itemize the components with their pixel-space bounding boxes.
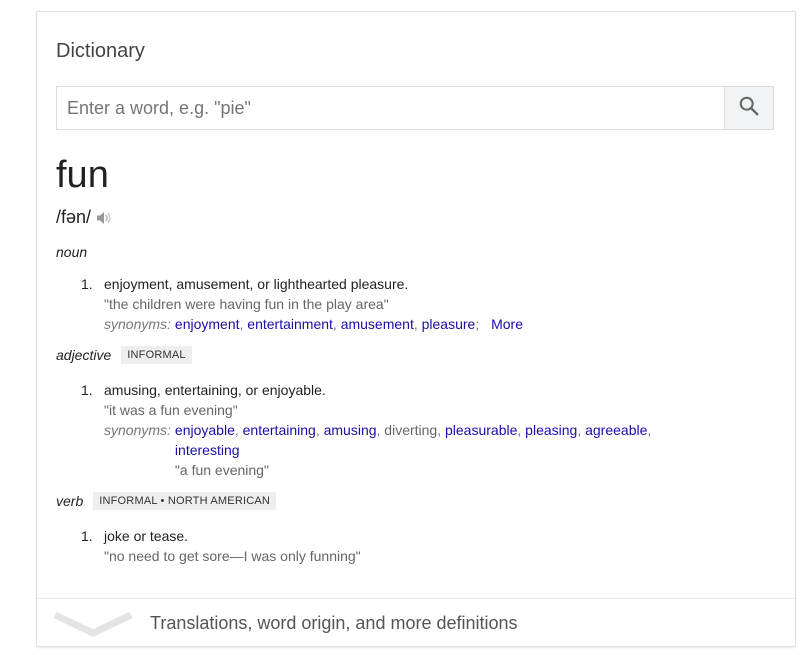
synonym-link[interactable]: enjoyable	[175, 422, 235, 438]
synonyms-row: synonyms: enjoyment, entertainment, amus…	[104, 316, 524, 332]
example: "it was a fun evening"	[104, 402, 238, 418]
definition: joke or tease.	[104, 528, 189, 544]
register-badge: INFORMAL	[121, 346, 192, 364]
chevron-down-icon	[53, 609, 133, 642]
search-icon	[738, 95, 760, 122]
card-title: Dictionary	[56, 40, 145, 62]
synonyms-label: synonyms:	[104, 422, 171, 438]
synonym-link[interactable]: enjoyment	[175, 316, 240, 332]
synonym-link[interactable]: amusing	[324, 422, 377, 438]
example: "no need to get sore—I was only funning"	[104, 548, 361, 564]
sense-number: 1.	[81, 276, 93, 292]
pos-adjective-row: adjective INFORMAL	[56, 346, 192, 364]
synonym-link[interactable]: amusement	[341, 316, 414, 332]
synonym-link[interactable]: pleasure	[422, 316, 476, 332]
search-button[interactable]	[724, 87, 773, 129]
search-box	[56, 86, 774, 130]
synonym-link[interactable]: agreeable	[585, 422, 647, 438]
synonym-link[interactable]: pleasurable	[445, 422, 517, 438]
verb-sense: 1. joke or tease. "no need to get sore—I…	[81, 526, 761, 566]
synonym-text: diverting	[384, 422, 438, 438]
synonym-link[interactable]: entertaining	[243, 422, 316, 438]
more-definitions-label: Translations, word origin, and more defi…	[150, 613, 518, 633]
synonym-example: "a fun evening"	[174, 462, 269, 478]
part-of-speech: verb	[56, 493, 84, 509]
headword: fun	[56, 154, 109, 196]
pos-noun-row: noun	[56, 244, 87, 260]
synonym-link[interactable]: interesting	[175, 442, 240, 458]
sense-number: 1.	[81, 528, 93, 544]
synonyms-row: synonyms: enjoyable, entertaining, amusi…	[104, 422, 652, 478]
dictionary-card: Dictionary fun /fən/ noun 1.	[36, 11, 796, 647]
part-of-speech: noun	[56, 244, 88, 260]
search-input[interactable]	[57, 87, 724, 129]
register-badge: INFORMAL • NORTH AMERICAN	[93, 492, 277, 510]
pos-verb-row: verb INFORMAL • NORTH AMERICAN	[56, 492, 277, 510]
synonym-link[interactable]: entertainment	[247, 316, 333, 332]
pronunciation: /fən/	[56, 207, 92, 227]
pronunciation-row: /fən/	[56, 207, 113, 228]
example: "the children were having fun in the pla…	[104, 296, 389, 312]
speaker-icon[interactable]	[95, 210, 113, 226]
sense-number: 1.	[81, 382, 93, 398]
definition: amusing, entertaining, or enjoyable.	[104, 382, 326, 398]
more-synonyms-link[interactable]: More	[491, 316, 523, 332]
more-definitions-expander[interactable]: Translations, word origin, and more defi…	[37, 598, 795, 647]
synonym-link[interactable]: pleasing	[525, 422, 577, 438]
part-of-speech: adjective	[56, 347, 112, 363]
adjective-sense: 1. amusing, entertaining, or enjoyable. …	[81, 380, 761, 480]
noun-sense: 1. enjoyment, amusement, or lighthearted…	[81, 274, 761, 334]
synonyms-label: synonyms:	[104, 316, 171, 332]
definition: enjoyment, amusement, or lighthearted pl…	[104, 276, 409, 292]
